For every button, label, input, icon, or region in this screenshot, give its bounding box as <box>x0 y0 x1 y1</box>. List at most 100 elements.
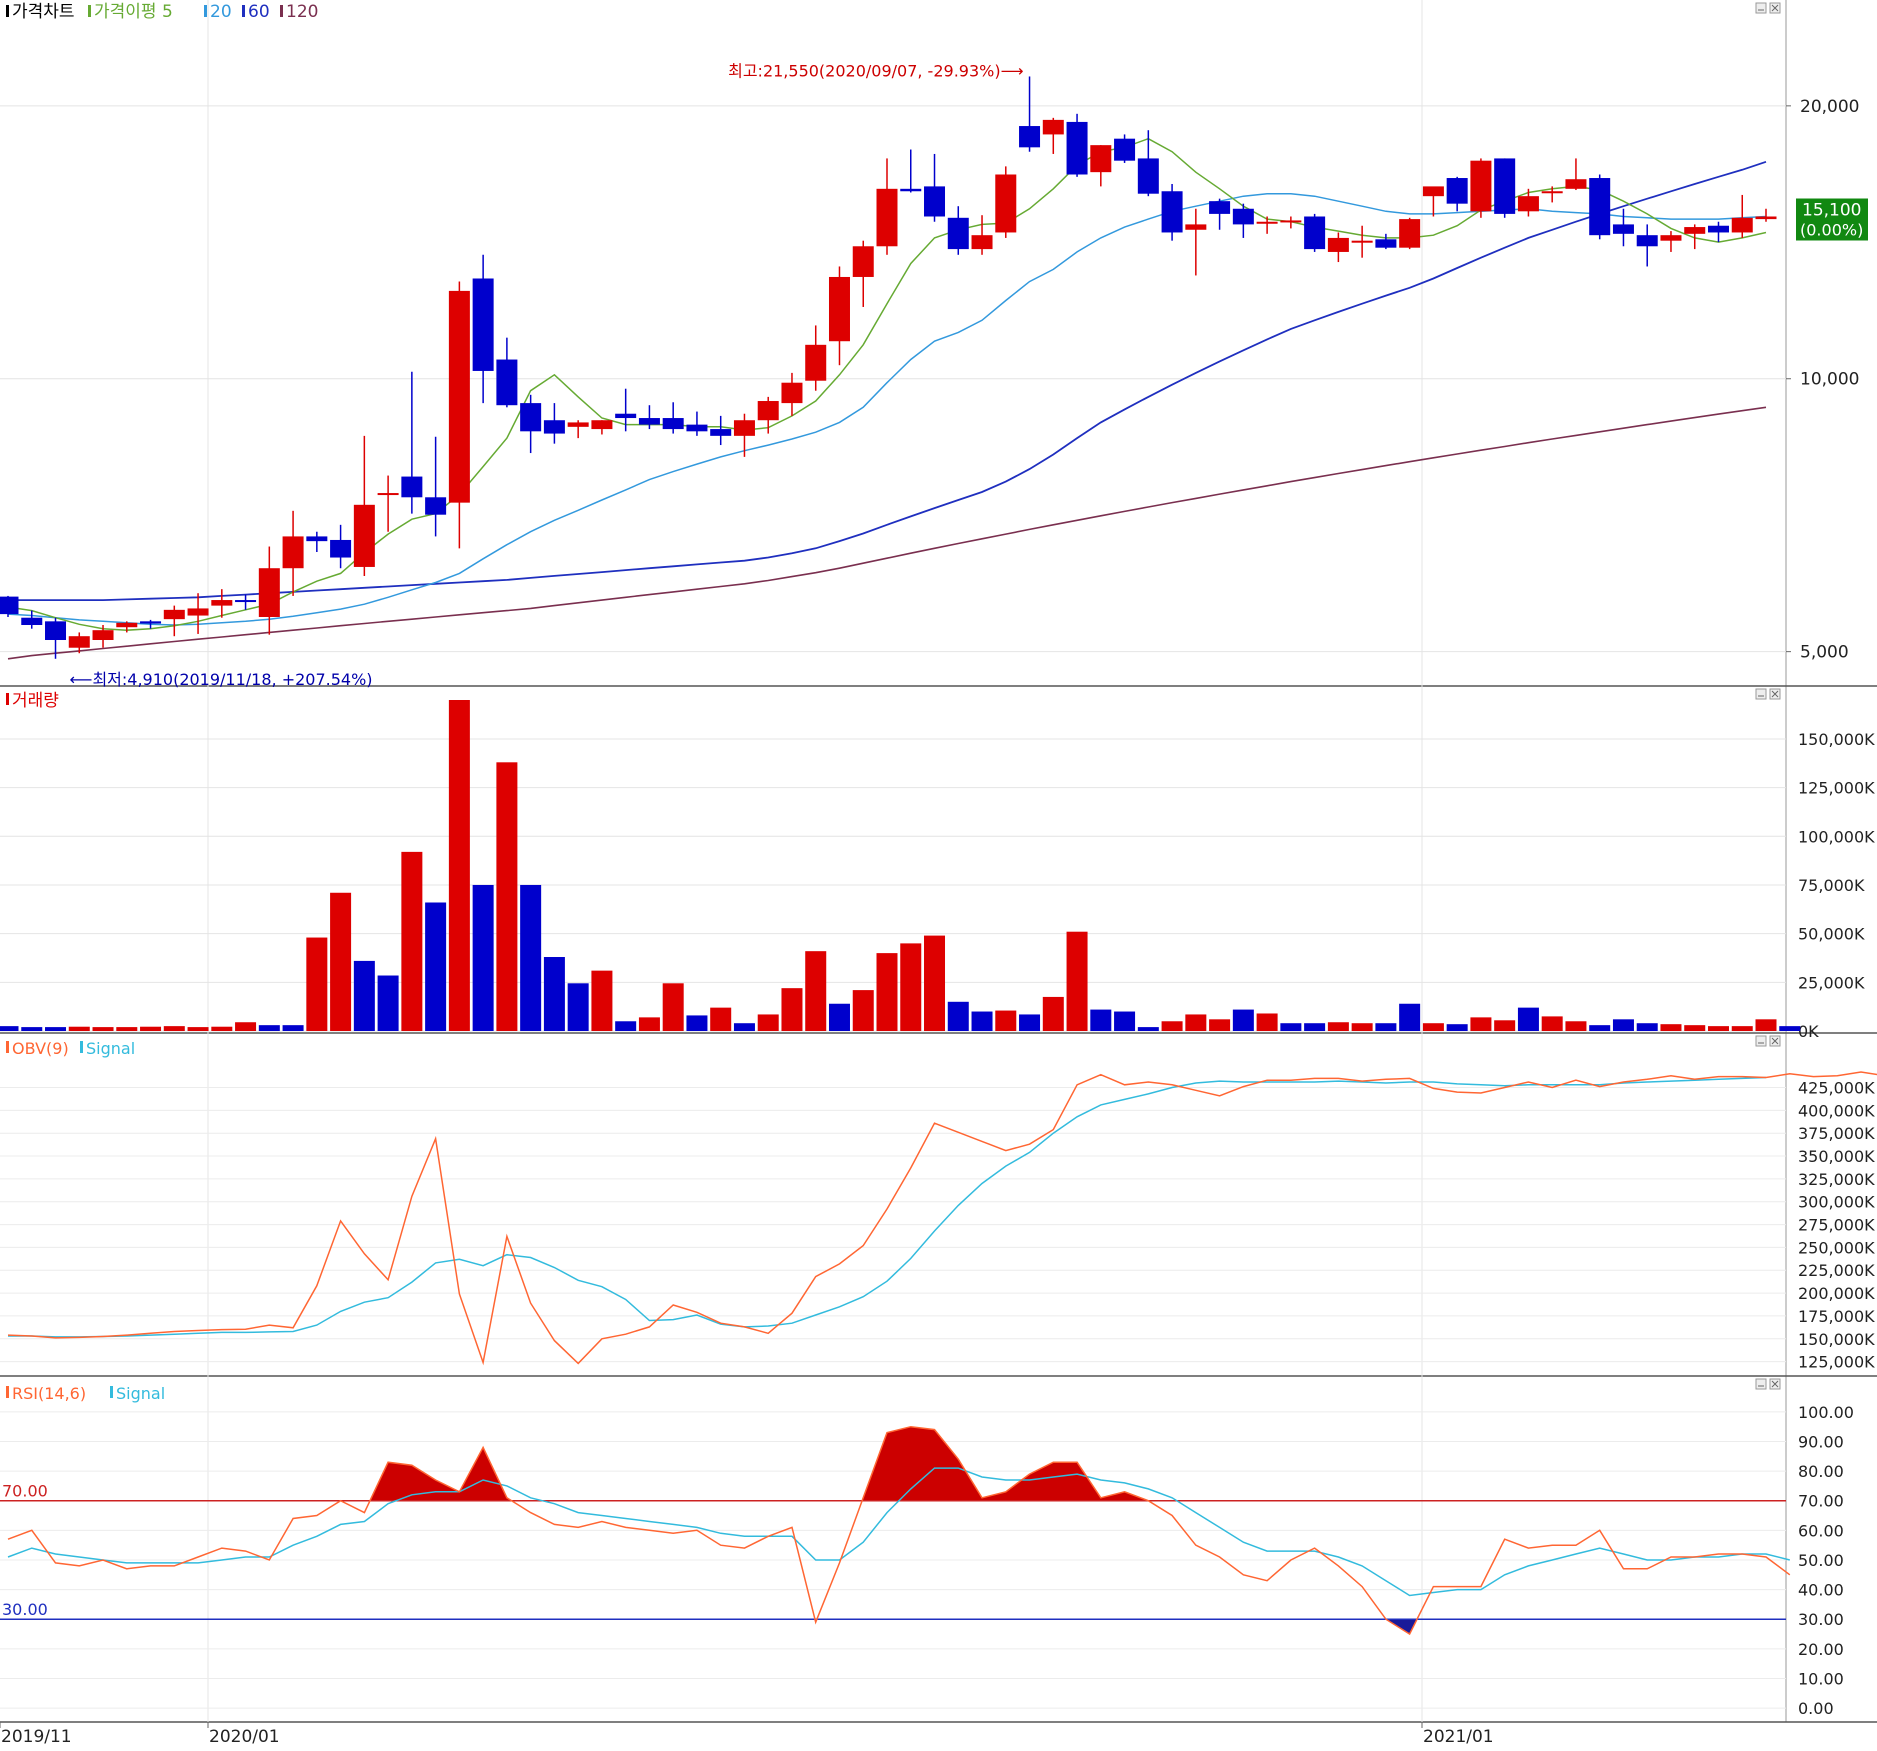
pane-minimize-button[interactable] <box>1755 2 1767 14</box>
rsi-axis-label: 100.00 <box>1798 1403 1854 1422</box>
volume-bar <box>187 1027 209 1031</box>
volume-bar <box>330 892 352 1031</box>
volume-bar <box>1399 1003 1421 1031</box>
obv-axis-label: 150,000K <box>1798 1330 1875 1349</box>
candle-body <box>163 609 185 620</box>
rsi-axis-label: 70.00 <box>1798 1492 1844 1511</box>
volume-bar <box>92 1027 114 1031</box>
volume-bar <box>45 1027 67 1031</box>
volume-bar <box>686 1015 708 1031</box>
rsi-legend-item: RSI(14,6) <box>12 1384 86 1403</box>
volume-bar <box>211 1026 233 1031</box>
volume-bar <box>1517 1007 1539 1031</box>
candle <box>1494 158 1516 218</box>
volume-bar <box>1209 1019 1231 1031</box>
volume-bar <box>1019 1014 1041 1031</box>
price-legend-item: 20 <box>210 2 232 22</box>
rsi-level-label: 30.00 <box>2 1600 48 1619</box>
price-legend-item: 60 <box>248 2 270 22</box>
candle-body <box>1375 239 1397 248</box>
candle-body <box>1636 235 1658 247</box>
rsi-axis-label: 20.00 <box>1798 1640 1844 1659</box>
volume-bar <box>662 983 684 1031</box>
volume-bar <box>591 970 613 1031</box>
candle <box>1304 213 1326 252</box>
obv-axis-label: 125,000K <box>1798 1353 1875 1372</box>
volume-bar <box>615 1021 637 1031</box>
candle-body <box>852 246 874 277</box>
obv-axis-label: 375,000K <box>1798 1124 1875 1143</box>
candle-body <box>92 630 114 641</box>
rsi-level-label: 70.00 <box>2 1482 48 1501</box>
volume-bar <box>805 951 827 1031</box>
legend-marker <box>204 5 207 17</box>
rsi-axis-label: 10.00 <box>1798 1669 1844 1688</box>
candle-body <box>425 497 447 515</box>
candle-body <box>1137 158 1159 194</box>
candle-body <box>543 420 565 434</box>
volume-bar <box>68 1026 90 1031</box>
candle-body <box>1304 216 1326 250</box>
volume-bar <box>781 988 803 1031</box>
candle <box>1066 113 1088 177</box>
candle-body <box>1327 237 1349 252</box>
candle-body <box>45 621 67 641</box>
candle-body <box>1612 224 1634 234</box>
candle-body <box>1399 219 1421 248</box>
candle-body <box>1517 196 1539 212</box>
candle-body <box>1707 225 1729 233</box>
volume-bar <box>1470 1017 1492 1031</box>
current-change-label: (0.00%) <box>1800 220 1863 239</box>
low-annotation: ⟵최저:4,910(2019/11/18, +207.54%) <box>70 670 373 689</box>
stock-chart-window: 5,000 10,000 20,000 최고:21,550(2020/09/07, -… <box>0 0 1877 1747</box>
legend-marker <box>6 5 9 17</box>
pane-minimize-button[interactable] <box>1755 1035 1767 1047</box>
volume-bar <box>1090 1009 1112 1031</box>
candle-body <box>330 539 352 558</box>
volume-bar <box>1494 1020 1516 1031</box>
candle-body <box>757 401 779 421</box>
volume-bar <box>1042 996 1064 1031</box>
volume-bar <box>21 1027 43 1031</box>
candle-body <box>1541 191 1563 194</box>
volume-bar <box>1280 1023 1302 1031</box>
volume-bar <box>900 943 922 1031</box>
volume-axis-label: 75,000K <box>1798 876 1865 895</box>
rsi-axis-label: 60.00 <box>1798 1521 1844 1540</box>
rsi-axis-label: 0.00 <box>1798 1699 1834 1718</box>
volume-bar <box>1541 1016 1563 1031</box>
legend-marker <box>6 693 9 705</box>
candle-body <box>1066 121 1088 175</box>
volume-bar <box>1589 1025 1611 1031</box>
candle-body <box>781 382 803 404</box>
candle-body <box>1209 201 1231 214</box>
volume-bar <box>0 1026 19 1031</box>
candle-body <box>1019 126 1041 148</box>
current-price-label: 15,100 <box>1802 200 1861 220</box>
candle-body <box>1114 138 1136 161</box>
volume-axis-label: 125,000K <box>1798 779 1875 798</box>
candle-body <box>995 174 1017 233</box>
candle-body <box>662 418 684 430</box>
candle-body <box>377 493 399 496</box>
candle-body <box>686 424 708 432</box>
volume-bar <box>1351 1023 1373 1031</box>
volume-bar <box>235 1022 257 1031</box>
candle-body <box>1589 178 1611 236</box>
candle-body <box>1660 235 1682 241</box>
pane-minimize-button[interactable] <box>1755 688 1767 700</box>
candle <box>1161 183 1183 241</box>
candle-body <box>1755 216 1777 220</box>
x-axis-label: 2020/01 <box>209 1727 280 1747</box>
obv-axis-label: 250,000K <box>1798 1238 1875 1257</box>
pane-minimize-button[interactable] <box>1755 1378 1767 1390</box>
volume-bar <box>1375 1023 1397 1031</box>
volume-bar <box>757 1014 779 1031</box>
obv-axis-label: 425,000K <box>1798 1079 1875 1098</box>
candle-body <box>733 420 755 436</box>
candle-body <box>1470 160 1492 212</box>
volume-bar <box>282 1025 304 1031</box>
volume-bar <box>1779 1026 1801 1031</box>
volume-bar <box>1161 1021 1183 1031</box>
candle <box>995 166 1017 238</box>
